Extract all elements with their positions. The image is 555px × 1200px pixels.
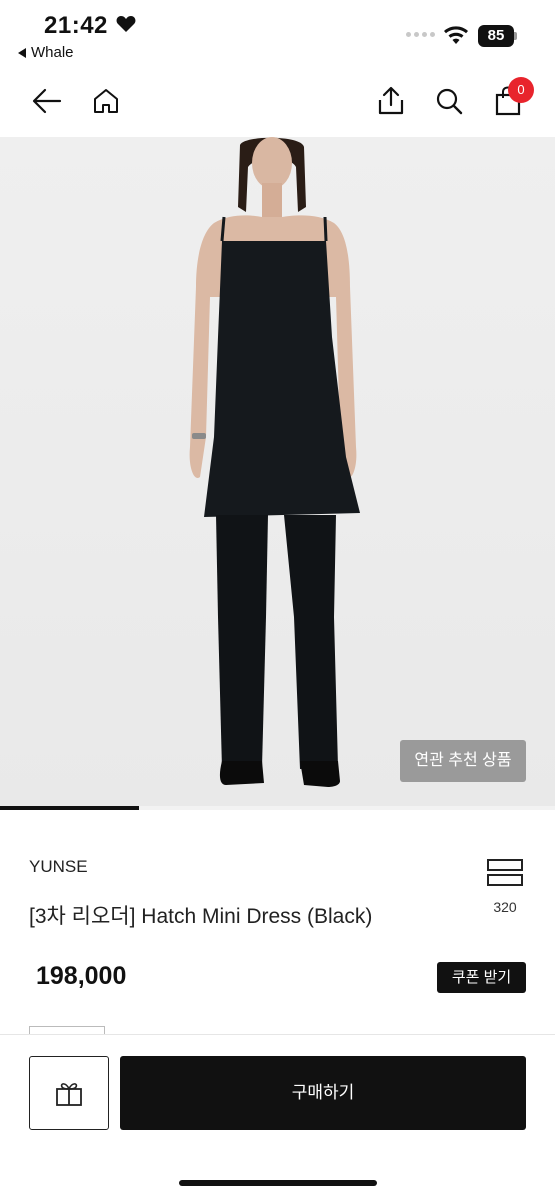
- coupon-button[interactable]: 쿠폰 받기: [437, 962, 526, 993]
- model-photo: [0, 137, 555, 808]
- back-app-label: Whale: [31, 44, 74, 61]
- size-count-label: 320: [493, 899, 517, 915]
- product-title: [3차 리오더] Hatch Mini Dress (Black): [29, 905, 373, 928]
- cart-count-badge: 0: [508, 77, 534, 103]
- nav-bar: [0, 70, 555, 136]
- search-icon[interactable]: [432, 84, 466, 118]
- battery-indicator: 85: [478, 25, 514, 47]
- back-to-app-link[interactable]: Whale: [18, 44, 74, 61]
- gift-button[interactable]: [29, 1056, 109, 1130]
- back-arrow-icon[interactable]: [30, 84, 64, 118]
- image-slider-progress: [0, 806, 139, 810]
- gift-icon: [56, 1083, 82, 1106]
- signal-icon: [406, 32, 435, 37]
- battery-tip: [514, 32, 517, 40]
- related-products-button[interactable]: 연관 추천 상품: [400, 740, 526, 782]
- product-price: 198,000: [36, 962, 127, 990]
- buy-button[interactable]: 구매하기: [120, 1056, 526, 1130]
- status-bar: 21:42 Whale 85: [0, 0, 555, 68]
- back-triangle-icon: [18, 47, 26, 58]
- wifi-icon: [444, 26, 468, 44]
- share-icon[interactable]: [374, 84, 408, 118]
- home-icon[interactable]: [89, 84, 123, 118]
- home-indicator: [179, 1180, 377, 1186]
- product-image[interactable]: [0, 137, 555, 808]
- brand-name[interactable]: YUNSE: [29, 857, 88, 877]
- heart-icon: [116, 16, 136, 32]
- status-time: 21:42: [44, 12, 108, 39]
- size-table-icon[interactable]: [487, 858, 523, 888]
